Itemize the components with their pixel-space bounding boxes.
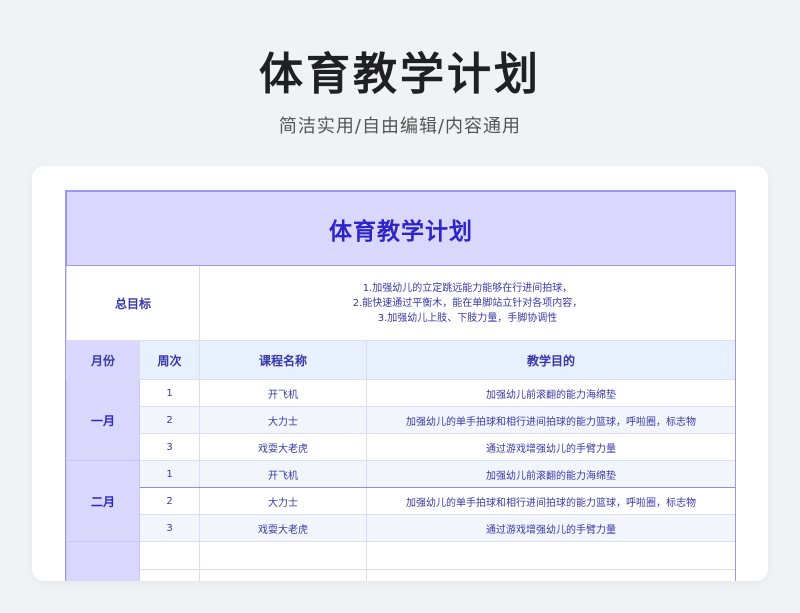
- column-header-week: 周次: [139, 340, 200, 380]
- purpose-cell: 通过游戏增强幼儿的手臂力量: [366, 514, 735, 542]
- purpose-cell: 加强幼儿前滚翻的能力海绵垫: [366, 379, 735, 407]
- course-cell: 大力士: [199, 487, 367, 515]
- goal-line: 2.能快速通过平衡木，能在单脚站立针对各项内容，: [352, 297, 583, 309]
- purpose-cell: 加强幼儿的单手拍球和相行进间拍球的能力篮球，呼啦圈，标志物: [366, 487, 735, 515]
- column-header-month: 月份: [66, 340, 140, 380]
- course-cell: 大力士: [199, 406, 367, 434]
- week-cell: 2: [139, 406, 200, 434]
- week-cell: 1: [139, 460, 200, 488]
- column-header-purpose: 教学目的: [366, 340, 735, 380]
- goal-line: 1.加强幼儿的立定跳远能力能够在行进间拍球，: [362, 282, 573, 294]
- empty-cell: [366, 569, 735, 581]
- page-title: 体育教学计划: [259, 49, 541, 100]
- empty-cell: [366, 541, 735, 570]
- spreadsheet: 体育教学计划 总目标 1.加强幼儿的立定跳远能力能够在行进间拍球， 2.能快速通…: [65, 190, 736, 581]
- empty-cell: [139, 541, 200, 570]
- week-cell: 2: [139, 487, 200, 515]
- purpose-cell: 通过游戏增强幼儿的手臂力量: [366, 433, 735, 461]
- week-cell: 3: [139, 433, 200, 461]
- month-cell-empty: [66, 541, 140, 581]
- month-cell: 二月: [66, 460, 140, 542]
- goal-line: 3.加强幼儿上肢、下肢力量，手脚协调性: [377, 312, 558, 324]
- course-cell: 戏耍大老虎: [199, 514, 367, 542]
- empty-cell: [139, 569, 200, 581]
- document-card: 体育教学计划 总目标 1.加强幼儿的立定跳远能力能够在行进间拍球， 2.能快速通…: [32, 166, 768, 581]
- empty-cell: [199, 569, 367, 581]
- empty-cell: [199, 541, 367, 570]
- purpose-cell: 加强幼儿前滚翻的能力海绵垫: [366, 460, 735, 488]
- page-subtitle: 简洁实用/自由编辑/内容通用: [278, 116, 522, 137]
- week-cell: 3: [139, 514, 200, 542]
- purpose-cell: 加强幼儿的单手拍球和相行进间拍球的能力篮球，呼啦圈，标志物: [366, 406, 735, 434]
- document-title: 体育教学计划: [66, 191, 735, 266]
- course-cell: 戏耍大老虎: [199, 433, 367, 461]
- course-cell: 开飞机: [199, 379, 367, 407]
- column-header-course: 课程名称: [199, 340, 367, 380]
- goal-label: 总目标: [66, 265, 200, 341]
- plan-table: 体育教学计划 总目标 1.加强幼儿的立定跳远能力能够在行进间拍球， 2.能快速通…: [66, 191, 735, 581]
- course-cell: 开飞机: [199, 460, 367, 488]
- goal-text: 1.加强幼儿的立定跳远能力能够在行进间拍球， 2.能快速通过平衡木，能在单脚站立…: [199, 265, 735, 341]
- month-cell: 一月: [66, 379, 140, 461]
- week-cell: 1: [139, 379, 200, 407]
